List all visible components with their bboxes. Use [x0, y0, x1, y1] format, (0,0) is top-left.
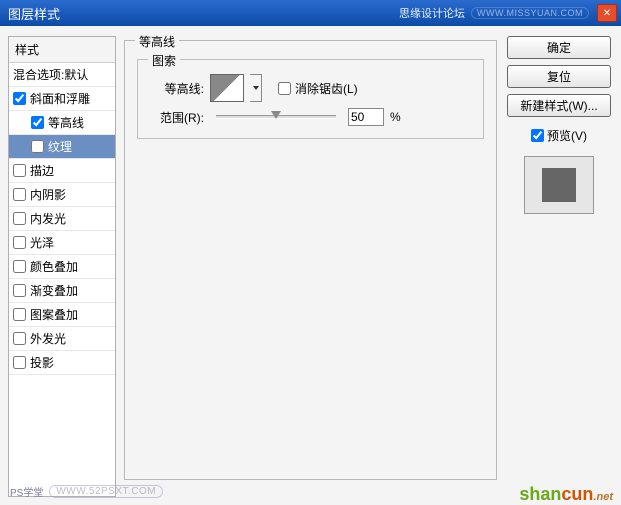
- style-label: 内发光: [30, 210, 66, 227]
- contour-fieldset: 等高线 图索 等高线: 消除锯齿(L) 范围(R):: [124, 40, 497, 480]
- style-label: 渐变叠加: [30, 282, 78, 299]
- style-checkbox[interactable]: [13, 236, 26, 249]
- elements-fieldset: 图索 等高线: 消除锯齿(L) 范围(R):: [137, 59, 484, 139]
- right-column: 确定 复位 新建样式(W)... 预览(V): [505, 36, 613, 497]
- style-row[interactable]: 纹理: [9, 135, 115, 159]
- style-row[interactable]: 斜面和浮雕: [9, 87, 115, 111]
- style-row[interactable]: 图案叠加: [9, 303, 115, 327]
- style-label: 外发光: [30, 330, 66, 347]
- titlebar: 图层样式 思缘设计论坛 WWW.MISSYUAN.COM ✕: [0, 0, 621, 26]
- contour-dropdown-icon[interactable]: [250, 74, 262, 102]
- style-label: 内阴影: [30, 186, 66, 203]
- slider-thumb-icon[interactable]: [271, 111, 281, 119]
- style-row[interactable]: 外发光: [9, 327, 115, 351]
- dialog-content: 样式 混合选项:默认 斜面和浮雕等高线纹理描边内阴影内发光光泽颜色叠加渐变叠加图…: [0, 26, 621, 505]
- style-row[interactable]: 等高线: [9, 111, 115, 135]
- range-slider[interactable]: [216, 115, 336, 119]
- antialias-checkbox[interactable]: [278, 82, 291, 95]
- titlebar-branding: 思缘设计论坛 WWW.MISSYUAN.COM: [399, 5, 589, 21]
- inner-legend: 图索: [148, 52, 180, 69]
- contour-row: 等高线: 消除锯齿(L): [148, 74, 473, 102]
- preview-checkbox[interactable]: [531, 129, 544, 142]
- watermark-bottom-right: shancun.net: [519, 484, 613, 505]
- style-checkbox[interactable]: [13, 308, 26, 321]
- ok-button[interactable]: 确定: [507, 36, 611, 59]
- style-list: 样式 混合选项:默认 斜面和浮雕等高线纹理描边内阴影内发光光泽颜色叠加渐变叠加图…: [8, 36, 116, 497]
- style-row[interactable]: 渐变叠加: [9, 279, 115, 303]
- close-icon[interactable]: ✕: [597, 4, 617, 22]
- range-input[interactable]: [348, 108, 384, 126]
- style-label: 颜色叠加: [30, 258, 78, 275]
- preview-box: [524, 156, 594, 214]
- antialias-control[interactable]: 消除锯齿(L): [278, 80, 358, 97]
- contour-label: 等高线:: [148, 80, 204, 97]
- style-row[interactable]: 内阴影: [9, 183, 115, 207]
- style-checkbox[interactable]: [31, 140, 44, 153]
- range-unit: %: [390, 110, 401, 124]
- preview-control[interactable]: 预览(V): [531, 127, 587, 144]
- preview-swatch: [542, 168, 576, 202]
- settings-panel: 等高线 图索 等高线: 消除锯齿(L) 范围(R):: [124, 36, 497, 497]
- fieldset-legend: 等高线: [135, 33, 179, 50]
- style-label: 等高线: [48, 114, 84, 131]
- reset-button[interactable]: 复位: [507, 65, 611, 88]
- style-checkbox[interactable]: [13, 212, 26, 225]
- range-label: 范围(R):: [148, 109, 204, 126]
- blend-options-row[interactable]: 混合选项:默认: [9, 63, 115, 87]
- style-checkbox[interactable]: [13, 260, 26, 273]
- style-row[interactable]: 投影: [9, 351, 115, 375]
- style-row[interactable]: 颜色叠加: [9, 255, 115, 279]
- contour-swatch[interactable]: [210, 74, 244, 102]
- style-row[interactable]: 内发光: [9, 207, 115, 231]
- style-checkbox[interactable]: [13, 188, 26, 201]
- style-label: 描边: [30, 162, 54, 179]
- style-checkbox[interactable]: [13, 332, 26, 345]
- style-label: 光泽: [30, 234, 54, 251]
- style-row[interactable]: 描边: [9, 159, 115, 183]
- style-list-header[interactable]: 样式: [9, 37, 115, 63]
- window-title: 图层样式: [8, 4, 399, 23]
- style-label: 图案叠加: [30, 306, 78, 323]
- range-row: 范围(R): %: [148, 108, 473, 126]
- style-checkbox[interactable]: [31, 116, 44, 129]
- style-label: 斜面和浮雕: [30, 90, 90, 107]
- style-checkbox[interactable]: [13, 356, 26, 369]
- style-label: 投影: [30, 354, 54, 371]
- style-checkbox[interactable]: [13, 92, 26, 105]
- style-checkbox[interactable]: [13, 284, 26, 297]
- style-checkbox[interactable]: [13, 164, 26, 177]
- new-style-button[interactable]: 新建样式(W)...: [507, 94, 611, 117]
- style-row[interactable]: 光泽: [9, 231, 115, 255]
- watermark-bottom-left: PS学堂 WWW.52PSXT.COM: [10, 484, 163, 499]
- style-label: 纹理: [48, 138, 72, 155]
